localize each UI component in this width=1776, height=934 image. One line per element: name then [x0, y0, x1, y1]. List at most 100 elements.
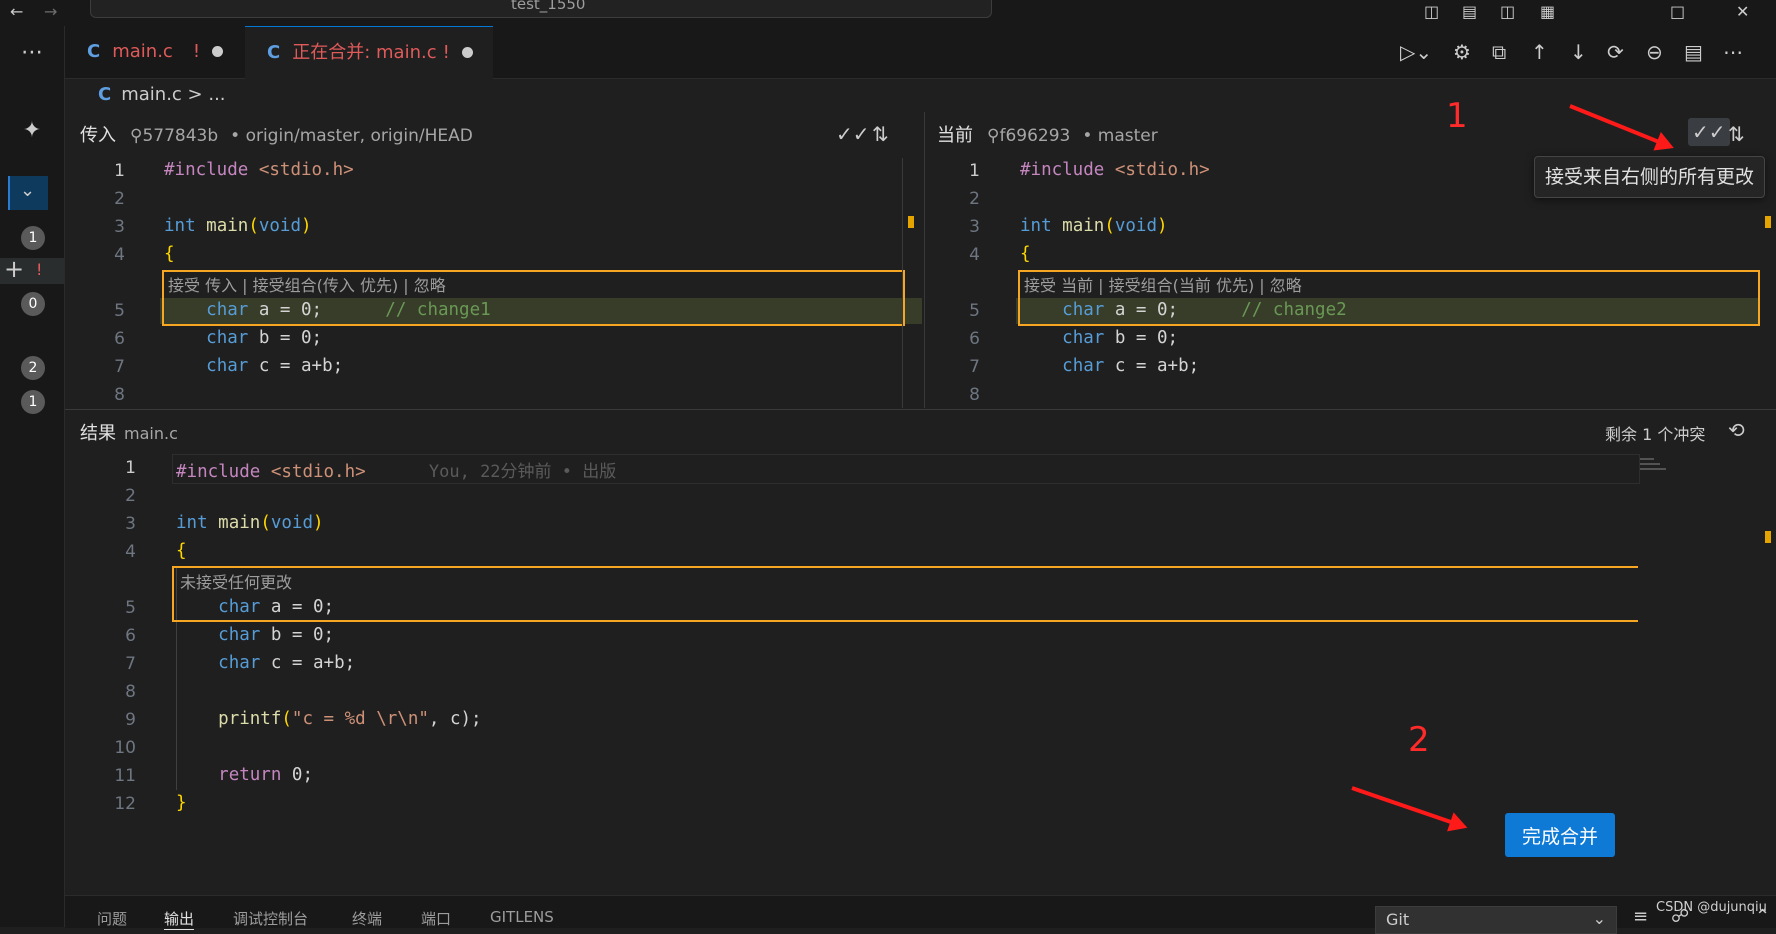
line-number: 8 — [125, 682, 136, 702]
line-number: 8 — [114, 385, 125, 405]
code-line: char b = 0; — [206, 328, 323, 348]
line-number: 5 — [114, 301, 125, 321]
bottom-panel: 问题 输出 调试控制台 终端 端口 GITLENS Git ⌄ ≡ ☍ ⌃ — [65, 895, 1776, 934]
code-line: int main(void) — [1020, 216, 1168, 236]
incoming-commit[interactable]: 577843b — [142, 126, 218, 146]
reset-icon[interactable]: ⟲ — [1728, 418, 1745, 442]
count-badge: 1 — [21, 226, 45, 250]
code-line: char a = 0; — [218, 597, 335, 617]
line-number: 4 — [125, 542, 136, 562]
code-line: { — [176, 541, 187, 561]
count-badge: 1 — [21, 390, 45, 414]
code-line: int main(void) — [176, 513, 324, 533]
conflict-overview-marker — [1765, 531, 1771, 543]
annotation-arrow-one — [1569, 104, 1671, 149]
staged-changes-row[interactable]: + ! — [0, 255, 64, 284]
git-blame-annotation: You, 22分钟前 • 出版 — [428, 462, 617, 482]
open-file-icon[interactable]: ⧉ — [1492, 40, 1506, 64]
result-divider[interactable] — [65, 409, 1776, 410]
split-editor-icon[interactable]: ▤ — [1684, 40, 1703, 64]
line-number: 5 — [125, 598, 136, 618]
layout-secondary-icon[interactable]: ◫ — [1500, 2, 1515, 21]
panel-tab-gitlens[interactable]: GITLENS — [490, 908, 554, 926]
result-title: 结果 — [80, 423, 116, 444]
line-number: 2 — [114, 189, 125, 209]
run-debug-icon[interactable]: ▷⌄ — [1400, 40, 1432, 64]
complete-merge-button[interactable]: 完成合并 — [1505, 813, 1615, 857]
pane-divider[interactable] — [924, 112, 925, 408]
result-conflict-top — [174, 566, 1638, 568]
remaining-conflicts[interactable]: 剩余 1 个冲突 — [1605, 421, 1705, 445]
current-title: 当前 — [937, 125, 973, 146]
settings-gear-icon[interactable]: ⚙ — [1453, 40, 1471, 64]
back-arrow-icon[interactable]: ← — [10, 2, 23, 21]
line-number: 6 — [969, 329, 980, 349]
incoming-scrollbar-track[interactable] — [902, 158, 903, 408]
panel-tab-debug-console[interactable]: 调试控制台 — [233, 908, 308, 929]
code-line: #include <stdio.h> You, 22分钟前 • 出版 — [176, 462, 617, 482]
customize-layout-icon[interactable]: ▦ — [1540, 2, 1555, 21]
tab-label: main.c — [112, 41, 173, 62]
conflict-overview-marker — [1765, 216, 1771, 228]
conflict-overview-marker — [908, 216, 914, 228]
line-number: 3 — [125, 514, 136, 534]
accept-all-incoming-icon[interactable]: ✓✓ — [836, 122, 870, 146]
line-number: 1 — [125, 458, 136, 478]
title-bar: ← → test_1550 ◫ ▤ ◫ ▦ □ ✕ — [0, 0, 1776, 27]
layout-sidebar-icon[interactable]: ◫ — [1424, 2, 1439, 21]
result-file: main.c — [124, 424, 178, 443]
compare-current-icon[interactable]: ⇅ — [1728, 122, 1745, 146]
tab-main-c[interactable]: Cmain.c! — [87, 26, 235, 78]
incoming-title: 传入 — [80, 125, 116, 146]
line-number: 4 — [114, 245, 125, 265]
current-refs: • master — [1082, 126, 1158, 146]
code-line: { — [164, 244, 175, 264]
conflict-flag: ! — [36, 260, 43, 279]
line-number: 6 — [114, 329, 125, 349]
code-line: char c = a+b; — [206, 356, 344, 376]
compare-incoming-icon[interactable]: ⇅ — [872, 122, 889, 146]
c-file-icon: C — [87, 41, 101, 62]
filter-icon[interactable]: ≡ — [1633, 906, 1648, 927]
layout-panel-icon[interactable]: ▤ — [1462, 2, 1477, 21]
line-number: 2 — [969, 189, 980, 209]
breadcrumb-file[interactable]: main.c — [121, 84, 182, 105]
line-number: 4 — [969, 245, 980, 265]
breadcrumb-rest[interactable]: > ... — [188, 84, 226, 105]
annotation-two: 2 — [1408, 720, 1430, 760]
line-number: 3 — [969, 217, 980, 237]
line-number: 11 — [114, 766, 136, 786]
previous-conflict-icon[interactable]: ↑ — [1531, 40, 1548, 64]
add-icon[interactable]: + — [4, 255, 24, 283]
current-commit[interactable]: f696293 — [999, 126, 1070, 146]
result-codelens: 未接受任何更改 — [180, 573, 293, 592]
panel-tab-problems[interactable]: 问题 — [97, 908, 127, 929]
activity-bar: ⋯ ✦ ⌄ 1 + ! 0 2 1 — [0, 26, 65, 927]
output-channel-select[interactable]: Git ⌄ — [1375, 906, 1617, 934]
accept-all-current-icon[interactable]: ✓✓ — [1688, 118, 1730, 146]
next-conflict-icon[interactable]: ↓ — [1570, 40, 1587, 64]
unsaved-dot-icon — [461, 47, 473, 58]
panel-tab-terminal[interactable]: 终端 — [352, 908, 382, 929]
breadcrumb[interactable]: Cmain.c > ... — [98, 84, 226, 105]
panel-tab-ports[interactable]: 端口 — [421, 908, 451, 929]
command-center-search[interactable]: test_1550 — [90, 0, 992, 18]
more-actions-icon[interactable]: ⋯ — [1723, 40, 1743, 64]
maximize-icon[interactable]: □ — [1670, 2, 1685, 21]
code-line: { — [1020, 244, 1031, 264]
timeline-icon[interactable]: ⟳ — [1607, 40, 1624, 64]
commit-icon[interactable]: ⊖ — [1646, 40, 1663, 64]
current-conflict-box — [1018, 270, 1760, 326]
copilot-icon[interactable]: ✦ — [0, 118, 64, 143]
incoming-conflict-box — [162, 270, 905, 326]
tab-merge-main-c[interactable]: C 正在合并: main.c! — [245, 26, 493, 79]
accept-all-tooltip: 接受来自右侧的所有更改 — [1534, 156, 1766, 198]
code-line: char c = a+b; — [218, 653, 356, 673]
more-icon[interactable]: ⋯ — [0, 40, 64, 65]
code-line: return 0; — [218, 765, 313, 785]
close-window-icon[interactable]: ✕ — [1736, 2, 1749, 21]
minimap[interactable] — [1640, 454, 1676, 476]
forward-arrow-icon[interactable]: → — [44, 2, 57, 21]
collapse-button[interactable]: ⌄ — [8, 176, 48, 210]
c-file-icon: C — [267, 42, 281, 63]
